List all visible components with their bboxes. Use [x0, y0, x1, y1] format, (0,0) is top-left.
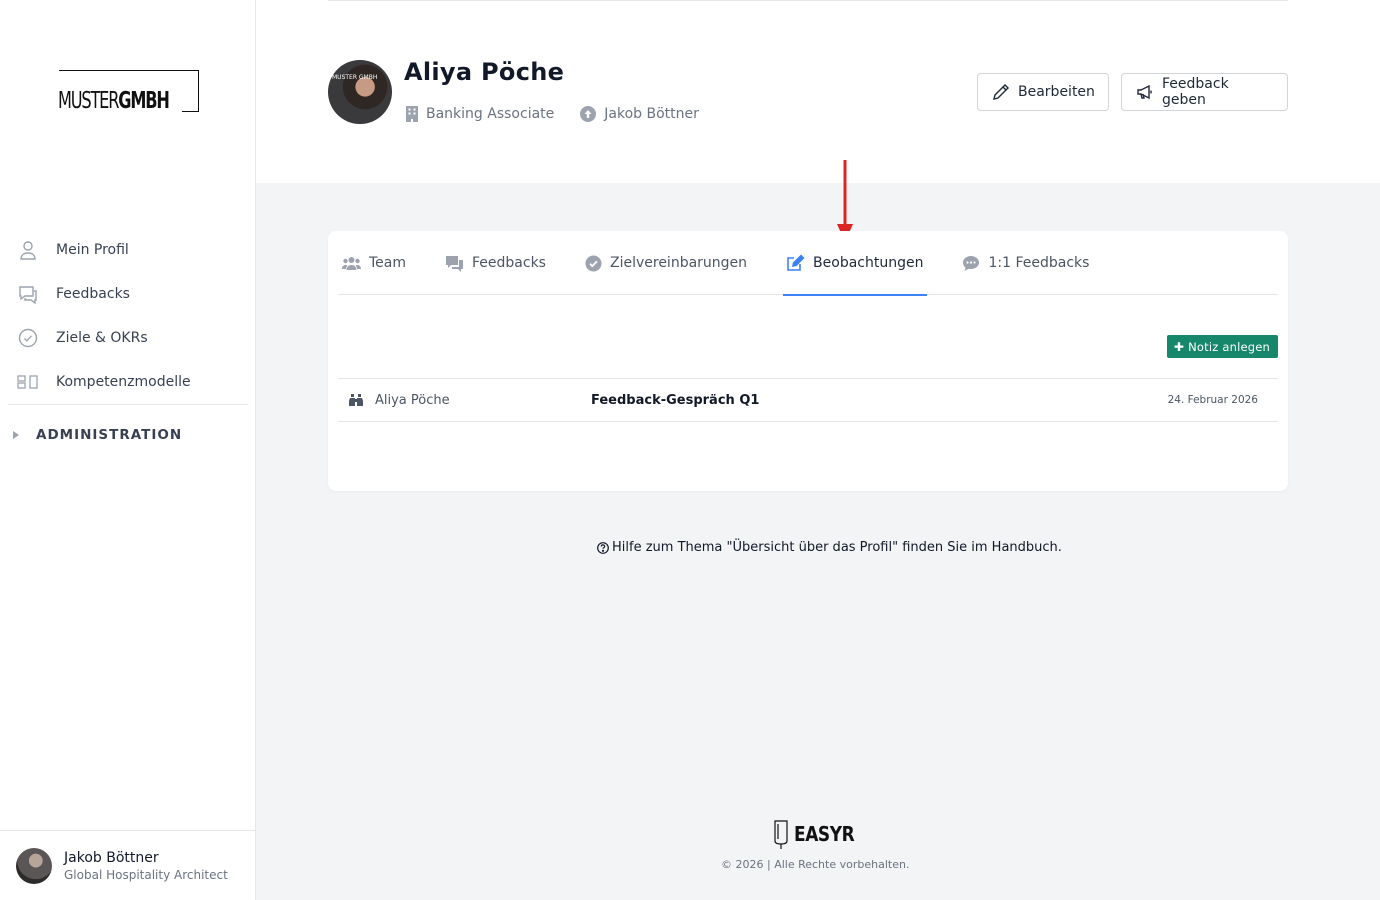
logo-underline — [182, 111, 199, 112]
question-circle-icon — [597, 541, 609, 554]
avatar — [16, 847, 52, 884]
profile-card: Team Feedbacks Zielvereinbarungen Beobac… — [328, 231, 1288, 491]
manager-label: Jakob Böttner — [604, 106, 699, 122]
arrow-up-circle-icon — [580, 106, 597, 122]
comment-dots-icon — [962, 255, 980, 272]
tab-beobachtungen[interactable]: Beobachtungen — [783, 231, 928, 296]
help-hint[interactable]: Hilfe zum Thema "Übersicht über das Prof… — [597, 540, 1062, 555]
tab-team[interactable]: Team — [342, 231, 406, 295]
comments-icon — [445, 255, 464, 272]
sidebar-section-administration[interactable]: ADMINISTRATION — [8, 405, 248, 465]
add-note-label: Notiz anlegen — [1188, 339, 1270, 354]
sidebar-item-label: Feedbacks — [56, 286, 130, 302]
logo-text-light: MUSTER — [58, 88, 119, 114]
tab-label: Zielvereinbarungen — [609, 255, 748, 271]
megaphone-icon — [1136, 83, 1154, 101]
profile-position: Banking Associate — [406, 106, 554, 122]
position-label: Banking Associate — [426, 106, 555, 122]
note-title[interactable]: Feedback-Gespräch Q1 — [591, 393, 759, 408]
sidebar-item-feedbacks[interactable]: Feedbacks — [8, 272, 248, 316]
tab-label: Team — [369, 255, 407, 271]
sidebar-item-label: Mein Profil — [56, 242, 129, 258]
chat-icon — [17, 283, 39, 305]
profile-meta: Banking Associate Jakob Böttner — [406, 106, 725, 122]
sidebar-item-label: Kompetenzmodelle — [56, 374, 191, 390]
sidebar-item-mein-profil[interactable]: Mein Profil — [8, 228, 248, 272]
edit-button-label: Bearbeiten — [1018, 84, 1095, 100]
current-user-name: Jakob Böttner — [64, 849, 159, 866]
divider — [328, 0, 1288, 1]
sidebar-nav: Mein Profil Feedbacks Ziele & OKRs Kompe… — [8, 228, 248, 465]
tab-zielvereinbarungen[interactable]: Zielvereinbarungen — [585, 231, 747, 295]
table-row[interactable]: Aliya Pöche Feedback-Gespräch Q1 24. Feb… — [338, 378, 1278, 422]
footer-brand: EASYR — [794, 822, 855, 846]
add-note-button[interactable]: ✚ Notiz anlegen — [1166, 335, 1278, 358]
note-date: 24. Februar 2026 — [1167, 394, 1258, 406]
easyr-logo-icon — [774, 820, 788, 849]
give-feedback-button[interactable]: Feedback geben — [1121, 73, 1288, 111]
current-user[interactable]: Jakob Böttner Global Hospitality Archite… — [0, 830, 255, 900]
tab-label: Feedbacks — [472, 255, 546, 271]
current-user-role: Global Hospitality Architect — [64, 867, 228, 882]
binoculars-icon — [349, 393, 363, 407]
profile-header: MUSTER GMBH Aliya Pöche Banking Associat… — [256, 0, 1380, 183]
sidebar-item-ziele-okrs[interactable]: Ziele & OKRs — [8, 316, 248, 360]
logo-text-bold: GMBH — [118, 88, 170, 114]
tab-label: 1:1 Feedbacks — [988, 255, 1090, 271]
avatar-badge: MUSTER GMBH — [332, 74, 378, 81]
tab-1on1-feedbacks[interactable]: 1:1 Feedbacks — [962, 231, 1089, 295]
profile-manager[interactable]: Jakob Böttner — [580, 106, 699, 122]
page-title: Aliya Pöche — [404, 58, 565, 86]
profile-avatar: MUSTER GMBH — [328, 60, 392, 124]
user-icon — [17, 239, 39, 261]
admin-label: ADMINISTRATION — [36, 427, 183, 443]
help-text: Hilfe zum Thema "Übersicht über das Prof… — [612, 540, 1062, 555]
plus-icon: ✚ — [1173, 339, 1185, 354]
profile-tabs: Team Feedbacks Zielvereinbarungen Beobac… — [338, 231, 1278, 296]
note-author: Aliya Pöche — [375, 392, 450, 408]
sidebar-item-label: Ziele & OKRs — [56, 330, 148, 346]
blocks-icon — [17, 371, 39, 393]
sidebar-item-kompetenzmodelle[interactable]: Kompetenzmodelle — [8, 360, 248, 404]
tab-feedbacks[interactable]: Feedbacks — [445, 231, 546, 295]
check-circle-icon — [17, 327, 39, 349]
edit-icon — [786, 254, 805, 272]
tab-label: Beobachtungen — [813, 255, 924, 271]
give-feedback-label: Feedback geben — [1162, 76, 1229, 108]
pencil-icon — [992, 83, 1010, 101]
copyright: © 2026 | Alle Rechte vorbehalten. — [721, 858, 910, 871]
edit-button[interactable]: Bearbeiten — [977, 73, 1109, 111]
sidebar: MUSTERGMBH Mein Profil Feedbacks Ziele &… — [0, 0, 256, 900]
logo-text: MUSTERGMBH — [58, 86, 170, 116]
users-icon — [342, 255, 361, 271]
footer-logo: EASYR — [772, 818, 865, 850]
caret-right-icon — [13, 431, 19, 439]
building-icon — [406, 106, 418, 122]
check-circle-icon — [585, 255, 602, 272]
